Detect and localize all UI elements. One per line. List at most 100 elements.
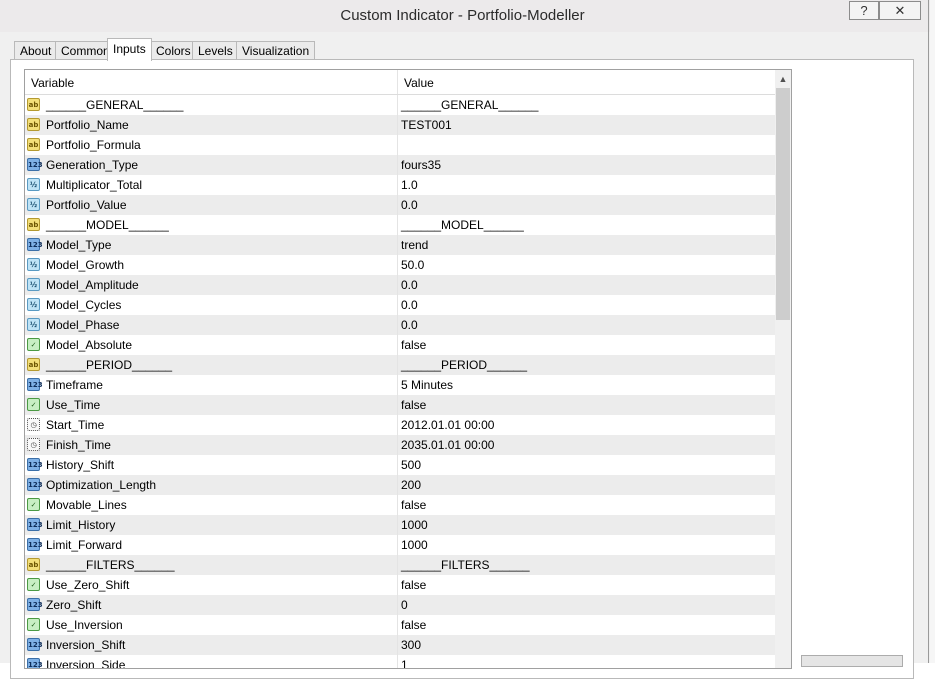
input-variable-name: Movable_Lines bbox=[46, 498, 127, 512]
input-value-cell[interactable]: 300 bbox=[401, 635, 421, 655]
input-row[interactable]: ✓ Movable_Lines false bbox=[25, 495, 775, 515]
input-value-cell[interactable]: 500 bbox=[401, 455, 421, 475]
tab-visualization[interactable]: Visualization bbox=[236, 41, 316, 60]
input-value-cell[interactable]: 1.0 bbox=[401, 175, 418, 195]
integer-type-icon: 123 bbox=[27, 598, 43, 611]
column-header-variable[interactable]: Variable bbox=[31, 76, 74, 90]
input-value-cell[interactable]: 2012.01.01 00:00 bbox=[401, 415, 494, 435]
column-divider[interactable] bbox=[397, 70, 398, 94]
inputs-property-grid: Variable Value ab ______GENERAL______ ____… bbox=[24, 69, 792, 669]
cell-divider bbox=[397, 315, 398, 335]
input-variable-name: Model_Amplitude bbox=[46, 278, 139, 292]
cell-divider bbox=[397, 655, 398, 668]
input-row[interactable]: ½ Model_Cycles 0.0 bbox=[25, 295, 775, 315]
input-row[interactable]: 123 Inversion_Side 1 bbox=[25, 655, 775, 669]
input-row[interactable]: 123 Optimization_Length 200 bbox=[25, 475, 775, 495]
input-value-cell[interactable]: false bbox=[401, 615, 426, 635]
input-value-cell[interactable]: ______PERIOD______ bbox=[401, 355, 527, 375]
cell-divider bbox=[397, 455, 398, 475]
input-row[interactable]: ✓ Use_Time false bbox=[25, 395, 775, 415]
input-row[interactable]: ab Portfolio_Name TEST001 bbox=[25, 115, 775, 135]
input-value-cell[interactable]: ______GENERAL______ bbox=[401, 95, 538, 115]
input-variable-name: Timeframe bbox=[46, 378, 103, 392]
input-row[interactable]: 123 Generation_Type fours35 bbox=[25, 155, 775, 175]
input-row[interactable]: ab ______FILTERS______ ______FILTERS______ bbox=[25, 555, 775, 575]
input-row[interactable]: 123 Timeframe 5 Minutes bbox=[25, 375, 775, 395]
input-row[interactable]: 123 History_Shift 500 bbox=[25, 455, 775, 475]
input-value-cell[interactable]: 1000 bbox=[401, 535, 428, 555]
input-row[interactable]: ab ______PERIOD______ ______PERIOD______ bbox=[25, 355, 775, 375]
input-variable-name: ______MODEL______ bbox=[46, 218, 169, 232]
double-type-icon: ½ bbox=[27, 178, 40, 191]
cell-divider bbox=[397, 435, 398, 455]
cell-divider bbox=[397, 235, 398, 255]
input-row[interactable]: 123 Inversion_Shift 300 bbox=[25, 635, 775, 655]
input-value-cell[interactable]: 1 bbox=[401, 655, 408, 668]
tab-colors[interactable]: Colors bbox=[150, 41, 197, 60]
help-button[interactable]: ? bbox=[849, 1, 879, 20]
scrollbar-thumb[interactable] bbox=[776, 88, 790, 320]
dialog-button[interactable] bbox=[801, 655, 903, 667]
input-value-cell[interactable]: 0.0 bbox=[401, 295, 418, 315]
input-value-cell[interactable]: false bbox=[401, 575, 426, 595]
input-row[interactable]: ½ Model_Growth 50.0 bbox=[25, 255, 775, 275]
input-variable-name: History_Shift bbox=[46, 458, 115, 472]
input-value-cell[interactable]: 0.0 bbox=[401, 275, 418, 295]
input-value-cell[interactable]: false bbox=[401, 335, 426, 355]
input-variable-name: Model_Phase bbox=[46, 318, 120, 332]
input-value-cell[interactable]: 0.0 bbox=[401, 315, 418, 335]
boolean-type-icon: ✓ bbox=[27, 618, 40, 631]
tab-inputs[interactable]: Inputs bbox=[107, 38, 152, 61]
input-value-cell[interactable]: 200 bbox=[401, 475, 421, 495]
cell-divider bbox=[397, 155, 398, 175]
input-value-cell[interactable]: fours35 bbox=[401, 155, 441, 175]
input-row[interactable]: ◷ Start_Time 2012.01.01 00:00 bbox=[25, 415, 775, 435]
close-button[interactable]: ✕ bbox=[879, 1, 921, 20]
integer-type-icon: 123 bbox=[27, 638, 43, 651]
input-row[interactable]: ◷ Finish_Time 2035.01.01 00:00 bbox=[25, 435, 775, 455]
scroll-up-arrow-icon[interactable]: ▲ bbox=[775, 72, 791, 86]
tab-about[interactable]: About bbox=[14, 41, 58, 60]
input-row[interactable]: 123 Zero_Shift 0 bbox=[25, 595, 775, 615]
input-value-cell[interactable]: 0.0 bbox=[401, 195, 418, 215]
input-value-cell[interactable]: 0 bbox=[401, 595, 408, 615]
input-row[interactable]: ab ______GENERAL______ ______GENERAL______ bbox=[25, 95, 775, 115]
background-window-edge bbox=[930, 0, 935, 663]
input-row[interactable]: 123 Limit_Forward 1000 bbox=[25, 535, 775, 555]
input-value-cell[interactable]: 2035.01.01 00:00 bbox=[401, 435, 494, 455]
cell-divider bbox=[397, 295, 398, 315]
input-row[interactable]: ½ Portfolio_Value 0.0 bbox=[25, 195, 775, 215]
datetime-type-icon: ◷ bbox=[27, 438, 40, 451]
tab-levels[interactable]: Levels bbox=[192, 41, 239, 60]
input-row[interactable]: ✓ Use_Inversion false bbox=[25, 615, 775, 635]
input-value-cell[interactable]: TEST001 bbox=[401, 115, 452, 135]
input-value-cell[interactable]: 50.0 bbox=[401, 255, 424, 275]
double-type-icon: ½ bbox=[27, 318, 40, 331]
input-value-cell[interactable]: false bbox=[401, 395, 426, 415]
input-row[interactable]: ½ Multiplicator_Total 1.0 bbox=[25, 175, 775, 195]
input-value-cell[interactable]: ______FILTERS______ bbox=[401, 555, 530, 575]
column-header-value[interactable]: Value bbox=[404, 76, 434, 90]
input-row[interactable]: ✓ Use_Zero_Shift false bbox=[25, 575, 775, 595]
input-row[interactable]: ✓ Model_Absolute false bbox=[25, 335, 775, 355]
input-value-cell[interactable]: 5 Minutes bbox=[401, 375, 453, 395]
input-row[interactable]: 123 Limit_History 1000 bbox=[25, 515, 775, 535]
string-type-icon: ab bbox=[27, 358, 40, 371]
string-type-icon: ab bbox=[27, 558, 40, 571]
input-variable-name: Use_Zero_Shift bbox=[46, 578, 130, 592]
input-row[interactable]: 123 Model_Type trend bbox=[25, 235, 775, 255]
cell-divider bbox=[397, 595, 398, 615]
boolean-type-icon: ✓ bbox=[27, 498, 40, 511]
input-row[interactable]: ab ______MODEL______ ______MODEL______ bbox=[25, 215, 775, 235]
input-value-cell[interactable]: ______MODEL______ bbox=[401, 215, 524, 235]
input-value-cell[interactable]: trend bbox=[401, 235, 428, 255]
input-row[interactable]: ½ Model_Amplitude 0.0 bbox=[25, 275, 775, 295]
input-value-cell[interactable]: 1000 bbox=[401, 515, 428, 535]
input-row[interactable]: ½ Model_Phase 0.0 bbox=[25, 315, 775, 335]
cell-divider bbox=[397, 475, 398, 495]
input-value-cell[interactable]: false bbox=[401, 495, 426, 515]
vertical-scrollbar[interactable]: ▲ bbox=[775, 70, 791, 668]
input-variable-name: Inversion_Side bbox=[46, 658, 126, 669]
input-row[interactable]: ab Portfolio_Formula bbox=[25, 135, 775, 155]
cell-divider bbox=[397, 135, 398, 155]
